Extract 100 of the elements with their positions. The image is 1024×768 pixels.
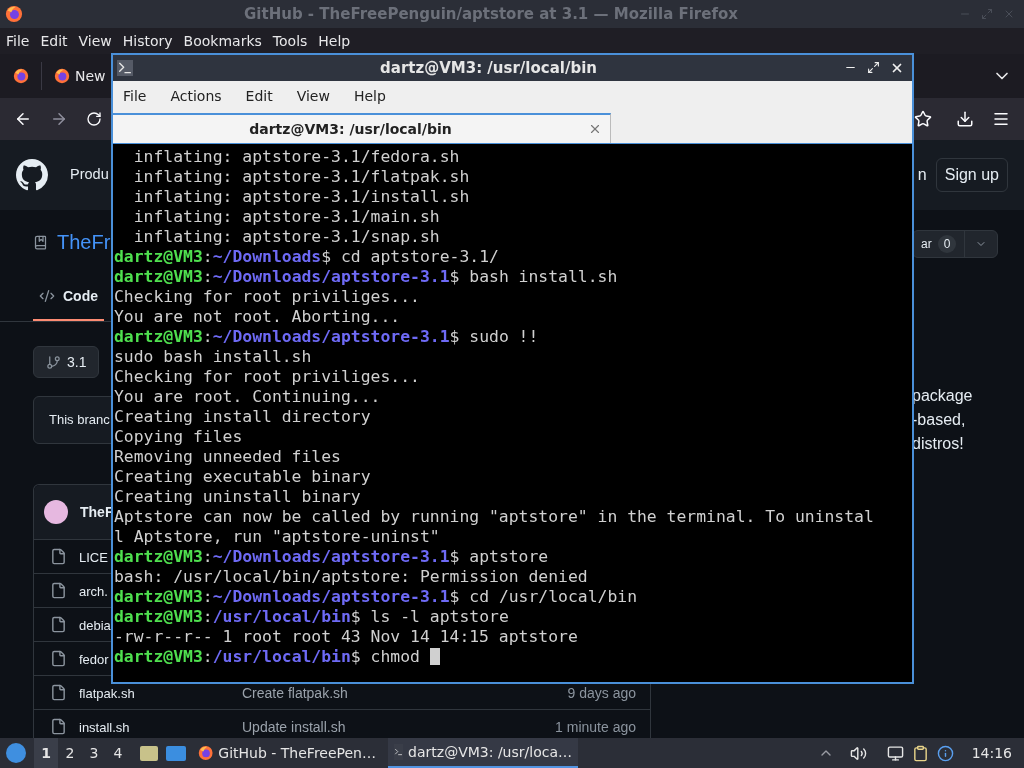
menu-icon[interactable] — [992, 110, 1010, 128]
menu-item[interactable]: Bookmarks — [183, 30, 262, 52]
terminal-line: Aptstore can now be called by running "aptstore" in the terminal. To uninstal — [114, 507, 875, 527]
menu-item[interactable]: History — [122, 30, 173, 52]
terminal-line: Checking for root priviliges... — [114, 287, 421, 307]
branch-button[interactable]: 3.1 — [33, 346, 100, 378]
github-logo[interactable] — [16, 159, 48, 191]
nav-link[interactable]: Produ — [70, 164, 109, 186]
menu-item[interactable]: Edit — [245, 85, 273, 107]
repo-tab[interactable]: Code — [33, 273, 104, 321]
menu-item[interactable]: Help — [318, 30, 351, 52]
code-icon — [39, 288, 55, 304]
terminal-line: dartz@VM3:~/Downloads/aptstore-3.1$ cd /usr/local/bin — [114, 587, 639, 607]
menu-item[interactable]: View — [296, 85, 330, 107]
menu-item[interactable]: Help — [353, 85, 386, 107]
menu-item[interactable]: Edit — [40, 30, 68, 52]
banner-text: This branc — [49, 411, 110, 430]
download-icon[interactable] — [956, 110, 974, 128]
terminal-icon — [117, 60, 133, 76]
avatar — [44, 500, 68, 524]
file-name[interactable]: arch. — [79, 583, 108, 599]
workspace-button[interactable]: 4 — [106, 738, 130, 768]
repo-name[interactable]: TheFr — [57, 227, 111, 257]
menu-item[interactable]: File — [123, 85, 147, 107]
file-name[interactable]: LICE — [79, 549, 108, 565]
terminal-line: You are root. Continuing... — [114, 387, 382, 407]
close-icon[interactable] — [890, 61, 904, 75]
terminal-line: Creating executable binary — [114, 467, 372, 487]
browser-icon — [12, 68, 29, 84]
volume-icon[interactable] — [849, 744, 867, 762]
terminal-line: dartz@VM3:~/Downloads/aptstore-3.1$ sudo !! — [114, 327, 540, 347]
terminal-icon — [394, 744, 404, 760]
terminal-line: bash: /usr/local/bin/aptstore: Permission denied — [114, 567, 589, 587]
terminal-line: dartz@VM3:/usr/local/bin$ chmod — [114, 647, 912, 667]
terminal-line: You are not root. Aborting... — [114, 307, 402, 327]
terminal-line: sudo bash install.sh — [114, 347, 313, 367]
branch-icon — [46, 354, 61, 370]
workspace-button[interactable]: 3 — [82, 738, 106, 768]
menu-item[interactable]: File — [6, 30, 30, 52]
file-icon — [50, 582, 67, 599]
commit-time: 1 minute ago — [555, 718, 636, 735]
star-count: 0 — [937, 235, 957, 253]
notification-icon[interactable] — [936, 744, 954, 762]
terminal-line: Checking for root priviliges... — [114, 367, 421, 387]
sign-up-button[interactable]: Sign up — [935, 158, 1008, 192]
repo-icon — [33, 234, 48, 250]
file-name[interactable]: install.sh — [79, 719, 130, 735]
terminal-line: Removing unneeded files — [114, 447, 342, 467]
file-icon — [50, 718, 67, 735]
file-name[interactable]: debia — [79, 617, 111, 633]
browser-tab[interactable]: New — [54, 65, 106, 87]
about-text: -based, — [912, 410, 967, 430]
terminal-line: l Aptstore, run "aptstore-uninst" — [114, 527, 441, 547]
task-button[interactable]: dartz@VM3: /usr/loca… — [388, 738, 578, 768]
browser-icon — [54, 68, 70, 84]
file-icon — [50, 616, 67, 633]
terminal-line: dartz@VM3:~/Downloads$ cd aptstore-3.1/ — [114, 247, 500, 267]
file-icon — [50, 548, 67, 565]
clock[interactable]: 14:16 — [971, 742, 1012, 764]
forward-icon[interactable] — [50, 110, 68, 128]
window-title: dartz@VM3: /usr/local/bin — [379, 57, 598, 79]
menu-item[interactable]: Actions — [170, 85, 222, 107]
terminal-line: dartz@VM3:~/Downloads/aptstore-3.1$ bash install.sh — [114, 267, 619, 287]
workspace-button[interactable]: 1 — [34, 738, 58, 768]
terminal-line: Creating install directory — [114, 407, 372, 427]
terminal-line: inflating: aptstore-3.1/snap.sh — [132, 227, 441, 247]
bookmark-star-icon[interactable] — [914, 110, 932, 128]
about-text: distros! — [912, 434, 965, 454]
browser-icon — [198, 744, 214, 762]
terminal-line: Copying files — [114, 427, 244, 447]
commit-time: 9 days ago — [567, 684, 636, 701]
network-icon[interactable] — [886, 744, 904, 762]
menu-item[interactable]: Tools — [272, 30, 308, 52]
workspace-button[interactable]: 2 — [58, 738, 82, 768]
terminal-line: dartz@VM3:~/Downloads/aptstore-3.1$ aptstore — [114, 547, 550, 567]
terminal-line: inflating: aptstore-3.1/flatpak.sh — [132, 167, 471, 187]
terminal-tab[interactable]: dartz@VM3: /usr/local/bin — [113, 113, 611, 143]
commit-message[interactable]: Create flatpak.sh — [242, 684, 348, 701]
star-button[interactable]: ar 0 — [912, 230, 999, 258]
file-name[interactable]: flatpak.sh — [79, 685, 135, 701]
file-name[interactable]: fedor — [79, 651, 109, 667]
terminal-line: inflating: aptstore-3.1/fedora.sh — [132, 147, 461, 167]
menu-item[interactable]: View — [78, 30, 112, 52]
back-icon[interactable] — [14, 110, 32, 128]
terminal-line: dartz@VM3:/usr/local/bin$ ls -l aptstore — [114, 607, 510, 627]
file-icon — [50, 684, 67, 701]
terminal-line: inflating: aptstore-3.1/main.sh — [132, 207, 441, 227]
clipboard-icon[interactable] — [911, 744, 929, 762]
close-tab-icon[interactable] — [588, 122, 602, 136]
terminal-line: -rw-r--r-- 1 root root 43 Nov 14 14:15 aptstore — [114, 627, 579, 647]
task-button[interactable]: GitHub - TheFreePen… — [192, 738, 382, 768]
commit-message[interactable]: Update install.sh — [242, 718, 346, 735]
terminal-line: inflating: aptstore-3.1/install.sh — [132, 187, 471, 207]
window-title: GitHub - TheFreePenguin/aptstore at 3.1 — Mozilla Firefox — [243, 3, 739, 25]
maximize-icon[interactable] — [867, 61, 880, 74]
terminal-line: Creating uninstall binary — [114, 487, 362, 507]
reload-icon[interactable] — [86, 111, 102, 127]
browser-icon — [5, 5, 23, 23]
nav-link[interactable]: n — [917, 163, 927, 187]
file-icon — [50, 650, 67, 667]
